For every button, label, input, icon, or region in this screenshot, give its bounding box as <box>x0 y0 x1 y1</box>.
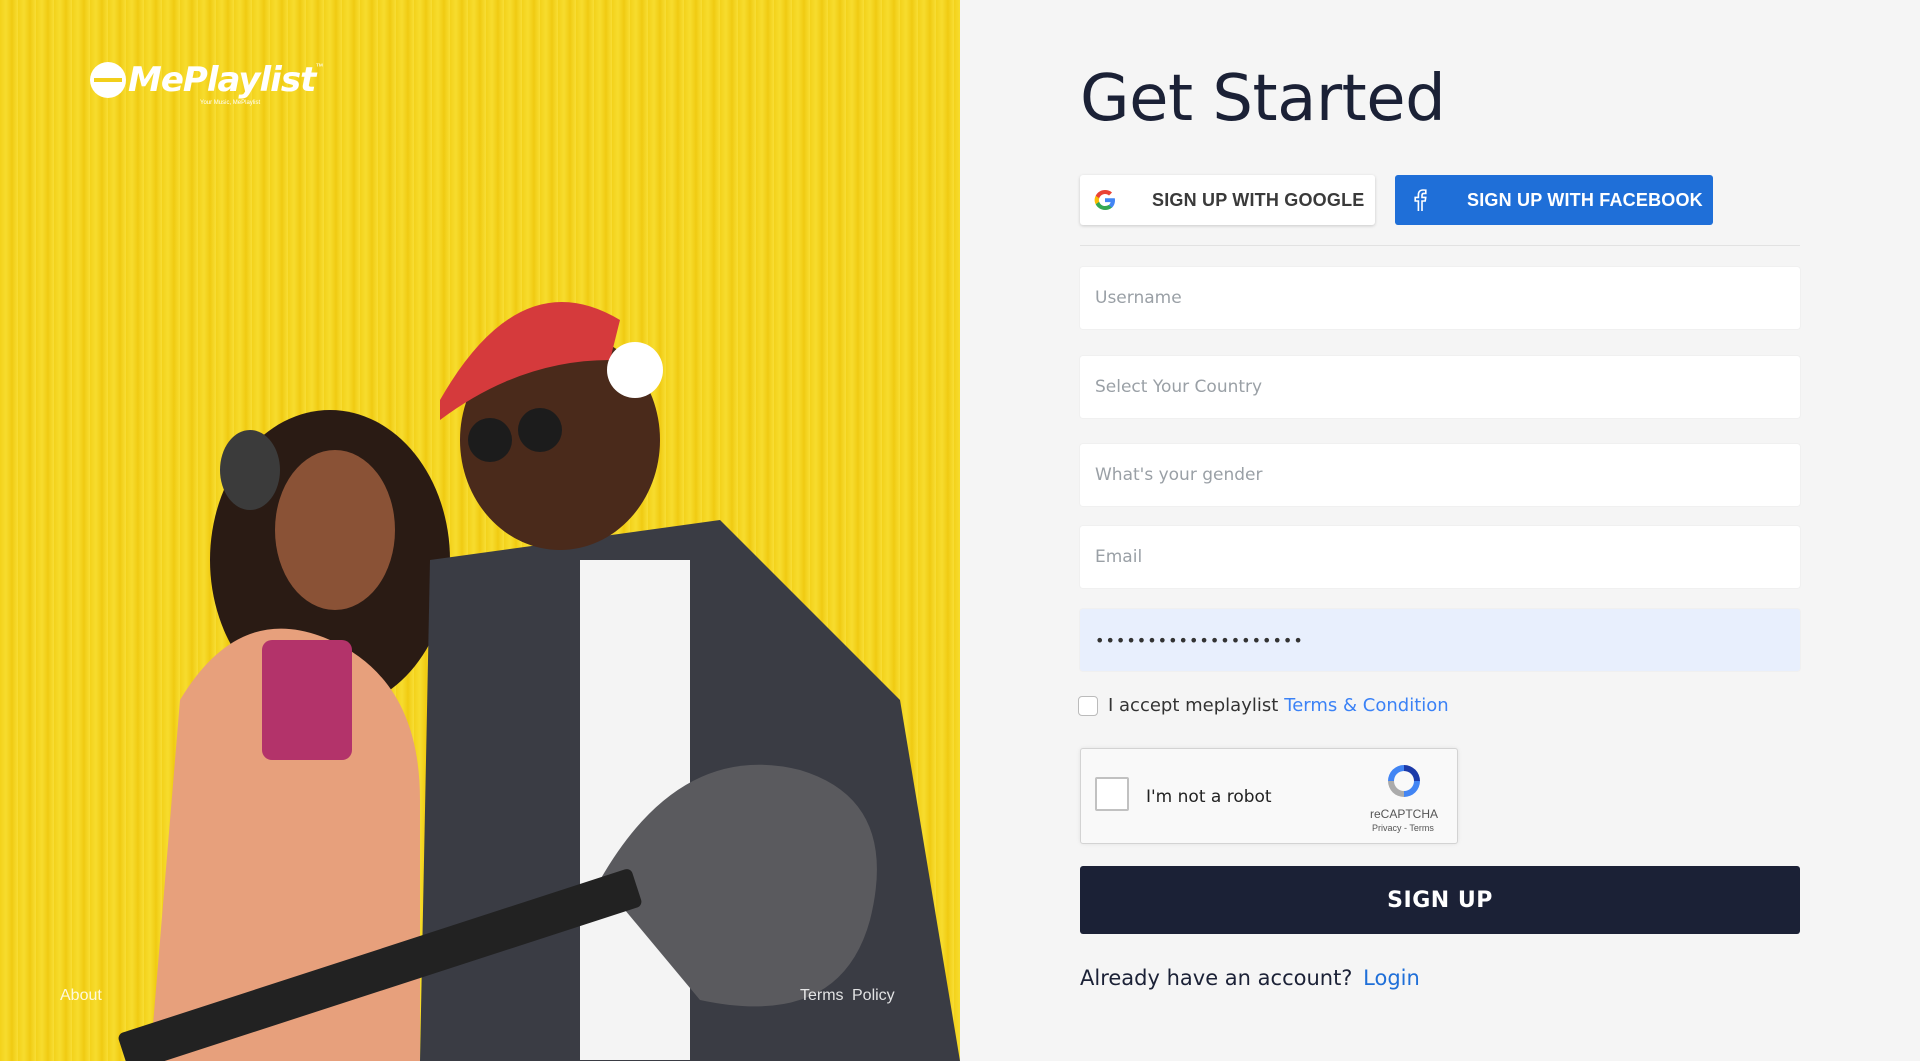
google-signup-label: SIGN UP WITH GOOGLE <box>1152 189 1365 210</box>
terms-link[interactable]: Terms <box>800 987 844 1005</box>
social-signup-group: SIGN UP WITH GOOGLE SIGN UP WITH FACEBOO… <box>1080 175 1713 225</box>
google-g-icon <box>1092 187 1118 213</box>
hero-photo <box>118 302 960 1061</box>
page-title: Get Started <box>1080 62 1446 136</box>
recaptcha-checkbox[interactable] <box>1095 777 1129 811</box>
accept-text: I accept meplaylist <box>1108 695 1279 716</box>
recaptcha-brand: reCAPTCHA <box>1370 807 1439 821</box>
recaptcha-widget: I'm not a robot reCAPTCHA Privacy - Term… <box>1080 748 1458 844</box>
logo-trademark: ™ <box>315 62 324 71</box>
gender-select[interactable] <box>1080 444 1800 506</box>
logo-tagline: Your Music, MePlaylist <box>200 100 261 106</box>
country-select[interactable] <box>1080 356 1800 418</box>
recaptcha-links[interactable]: Privacy - Terms <box>1372 823 1434 833</box>
google-signup-button[interactable]: SIGN UP WITH GOOGLE <box>1080 175 1375 225</box>
password-input[interactable] <box>1080 609 1800 671</box>
signup-panel: Get Started SIGN UP WITH GOOGLE SIGN UP … <box>960 0 1920 1061</box>
logo-text: MePlaylist <box>128 60 316 100</box>
signup-button[interactable]: SIGN UP <box>1080 866 1800 934</box>
already-text: Already have an account? <box>1080 966 1353 990</box>
terms-accept-row: I accept meplaylist Terms & Condition <box>1078 695 1449 716</box>
facebook-f-icon <box>1407 187 1433 213</box>
email-input[interactable] <box>1080 526 1800 588</box>
hero-panel: MePlaylist ™ Your Music, MePlaylist Abou… <box>0 0 960 1061</box>
logo-icon <box>90 62 126 98</box>
login-prompt: Already have an account? Login <box>1080 966 1420 990</box>
recaptcha-label: I'm not a robot <box>1146 787 1272 807</box>
about-link[interactable]: About <box>60 987 102 1005</box>
username-input[interactable] <box>1080 267 1800 329</box>
policy-link[interactable]: Policy <box>852 987 895 1005</box>
recaptcha-icon <box>1388 765 1420 797</box>
facebook-signup-button[interactable]: SIGN UP WITH FACEBOOK <box>1395 175 1713 225</box>
facebook-signup-label: SIGN UP WITH FACEBOOK <box>1467 189 1703 210</box>
terms-condition-link[interactable]: Terms & Condition <box>1284 695 1448 716</box>
divider <box>1080 245 1800 246</box>
terms-checkbox[interactable] <box>1078 695 1098 716</box>
brand-logo[interactable]: MePlaylist ™ Your Music, MePlaylist <box>90 60 324 106</box>
login-link[interactable]: Login <box>1363 966 1420 990</box>
